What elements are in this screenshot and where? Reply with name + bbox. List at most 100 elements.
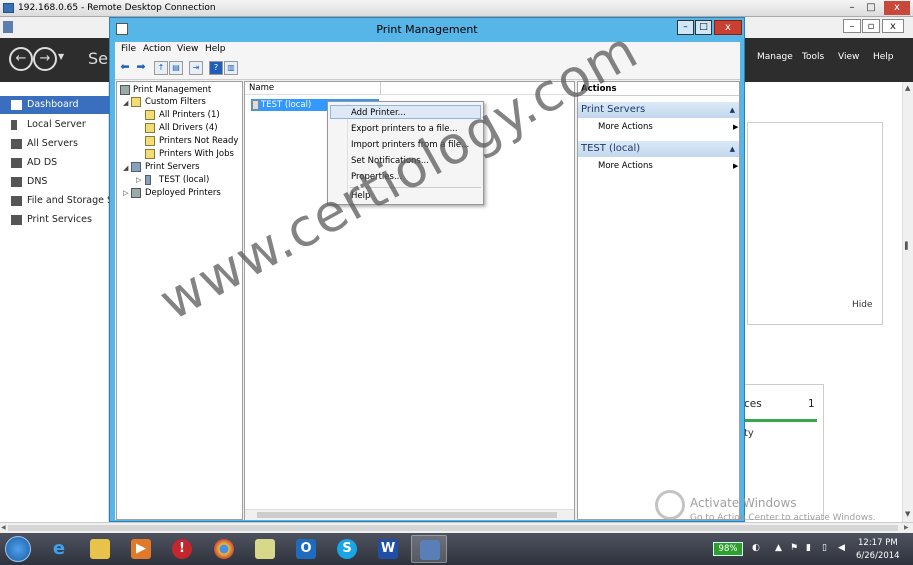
collapse-arrow-icon[interactable]: ▷ [123, 189, 128, 197]
list-horizontal-scrollbar[interactable] [245, 509, 574, 520]
tree-root[interactable]: Print Management [133, 84, 211, 96]
more-actions-print-servers[interactable]: More Actions [598, 122, 653, 132]
display-icon[interactable]: ▯ [822, 543, 827, 553]
filter-icon [145, 149, 155, 159]
back-icon[interactable]: ⬅ [118, 61, 132, 75]
server-manager-icon [3, 21, 13, 33]
taskbar-internet-explorer[interactable]: e [41, 535, 77, 563]
rdp-minimize-button[interactable]: – [843, 1, 861, 15]
show-hidden-icons-icon[interactable]: ▲ [775, 543, 782, 553]
hide-link[interactable]: Hide [852, 300, 873, 310]
submenu-arrow-icon: ▶ [733, 123, 739, 131]
scroll-left-icon[interactable]: ◀ [1, 524, 6, 531]
collapse-arrow-icon[interactable]: ▷ [136, 176, 141, 184]
show-hide-tree-icon[interactable]: ▤ [169, 61, 183, 75]
tile-status-bar [745, 419, 817, 422]
menu-help[interactable]: Help [205, 44, 226, 54]
actions-group-test-local[interactable]: TEST (local) ▲ [578, 141, 739, 157]
taskbar-skype[interactable]: S [329, 535, 365, 563]
host-horizontal-scrollbar[interactable]: ◀ ▶ [0, 522, 913, 533]
up-folder-icon[interactable]: ↑ [154, 61, 168, 75]
help-icon[interactable]: ? [209, 61, 223, 75]
vertical-scrollbar[interactable]: ▲ ▌ ▼ [902, 82, 913, 522]
battery-indicator[interactable]: 98% [713, 542, 743, 556]
sidebar-item-ad-ds[interactable]: AD DS [0, 154, 109, 172]
rdp-close-button[interactable]: x [884, 1, 910, 15]
clock-date[interactable]: 6/26/2014 [856, 551, 900, 561]
scroll-down-icon[interactable]: ▼ [905, 510, 910, 518]
forward-icon[interactable]: ➡ [134, 61, 148, 75]
column-divider[interactable] [380, 82, 381, 95]
column-name[interactable]: Name [249, 83, 274, 93]
pm-close-button[interactable]: x [714, 20, 742, 35]
forward-arrow-icon[interactable]: → [33, 47, 57, 71]
taskbar-notes[interactable] [247, 535, 283, 563]
start-button-icon[interactable] [5, 536, 31, 562]
pm-minimize-button[interactable]: – [677, 20, 694, 35]
back-arrow-icon[interactable]: ← [9, 47, 33, 71]
taskbar-media-player[interactable]: ▶ [123, 535, 159, 563]
sidebar-item-dashboard[interactable]: Dashboard [0, 96, 109, 114]
more-actions-test-local[interactable]: More Actions [598, 161, 653, 171]
sidebar-item-file-storage[interactable]: File and Storage Ser [0, 192, 109, 210]
taskbar-file-explorer[interactable] [82, 535, 118, 563]
tree-printers-with-jobs[interactable]: Printers With Jobs [159, 148, 234, 160]
scroll-up-icon[interactable]: ▲ [905, 84, 910, 92]
tree-print-servers[interactable]: Print Servers [145, 161, 200, 173]
network-icon[interactable]: ▮ [806, 543, 811, 553]
taskbar: e ▶ ! O S W 98% ◐ ▲ ⚑ ▮ ▯ ◀ 12:17 PM 6/2… [0, 533, 913, 565]
taskbar-outlook[interactable]: O [288, 535, 324, 563]
clock-time[interactable]: 12:17 PM [858, 538, 898, 548]
tree-all-printers[interactable]: All Printers (1) [159, 109, 220, 121]
server-icon [252, 100, 259, 110]
sidebar-item-print-services[interactable]: Print Services [0, 211, 109, 229]
menu-manage[interactable]: Manage [757, 52, 793, 62]
taskbar-remote-desktop[interactable] [411, 535, 447, 563]
collapse-caret-icon[interactable]: ▲ [730, 141, 735, 157]
filter-icon [145, 136, 155, 146]
notes-icon [255, 539, 275, 559]
power-icon[interactable]: ◐ [752, 543, 760, 553]
tree-all-drivers[interactable]: All Drivers (4) [159, 122, 218, 134]
rdp-title-bar: 192.168.0.65 - Remote Desktop Connection… [0, 0, 913, 17]
pm-maximize-button[interactable]: □ [695, 20, 712, 35]
menu-item-add-printer[interactable]: Add Printer... [351, 108, 406, 118]
sidebar-item-dns[interactable]: DNS [0, 173, 109, 191]
taskbar-word[interactable]: W [370, 535, 406, 563]
tree-server-test[interactable]: TEST (local) [159, 174, 209, 186]
print-management-node-icon [120, 85, 130, 95]
tree-deployed-printers[interactable]: Deployed Printers [145, 187, 221, 199]
sidebar-item-all-servers[interactable]: All Servers [0, 135, 109, 153]
menu-file[interactable]: File [121, 44, 136, 54]
dashboard-icon [11, 100, 22, 110]
taskbar-app-red[interactable]: ! [164, 535, 200, 563]
taskbar-chrome[interactable] [206, 535, 242, 563]
action-center-flag-icon[interactable]: ⚑ [790, 543, 798, 553]
menu-help[interactable]: Help [873, 52, 894, 62]
menu-view[interactable]: View [838, 52, 859, 62]
history-dropdown-icon[interactable]: ▼ [58, 52, 64, 61]
scroll-thumb[interactable] [257, 512, 557, 518]
scroll-thumb-icon[interactable]: ▌ [905, 242, 910, 250]
tree-custom-filters[interactable]: Custom Filters [145, 96, 206, 108]
rdp-maximize-button[interactable]: □ [862, 1, 880, 15]
expand-arrow-icon[interactable]: ◢ [123, 99, 128, 107]
sm-close-button[interactable]: x [882, 19, 904, 33]
tree-printers-not-ready[interactable]: Printers Not Ready [159, 135, 238, 147]
show-hide-action-pane-icon[interactable]: ▥ [224, 61, 238, 75]
menu-tools[interactable]: Tools [802, 52, 824, 62]
menu-view[interactable]: View [177, 44, 198, 54]
expand-arrow-icon[interactable]: ◢ [123, 164, 128, 172]
sidebar-item-local-server[interactable]: Local Server [0, 116, 109, 134]
actions-group-print-servers[interactable]: Print Servers ▲ [578, 102, 739, 118]
sm-maximize-button[interactable]: ▫ [862, 19, 880, 33]
volume-icon[interactable]: ◀ [838, 543, 845, 553]
scroll-thumb[interactable] [8, 525, 898, 531]
export-list-icon[interactable]: ⇥ [189, 61, 203, 75]
server-manager-sidebar: Dashboard Local Server All Servers AD DS… [0, 82, 109, 522]
sm-minimize-button[interactable]: – [843, 19, 861, 33]
menu-action[interactable]: Action [143, 44, 171, 54]
submenu-arrow-icon: ▶ [733, 162, 739, 170]
collapse-caret-icon[interactable]: ▲ [730, 102, 735, 118]
scroll-right-icon[interactable]: ▶ [904, 524, 909, 531]
